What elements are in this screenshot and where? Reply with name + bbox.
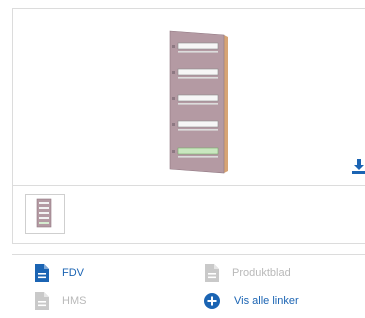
download-icon xyxy=(352,159,365,174)
image-viewer[interactable] xyxy=(12,8,365,186)
produktblad-link: Produktblad xyxy=(204,263,291,283)
thumbnail-image xyxy=(36,198,52,228)
produktblad-label: Produktblad xyxy=(232,267,291,279)
hms-label: HMS xyxy=(62,295,87,307)
thumbnail[interactable] xyxy=(25,194,65,234)
fdv-link[interactable]: FDV xyxy=(34,263,84,283)
document-icon xyxy=(34,264,50,282)
product-media-panel: FDV Produktblad HMS Vis alle linker xyxy=(0,0,365,318)
download-button[interactable] xyxy=(351,158,365,174)
hms-link: HMS xyxy=(34,291,86,311)
document-icon xyxy=(34,292,50,310)
fdv-label: FDV xyxy=(62,267,84,279)
show-all-links-label: Vis alle linker xyxy=(234,295,299,307)
show-all-links-button[interactable]: Vis alle linker xyxy=(204,291,299,311)
document-links: FDV Produktblad HMS Vis alle linker xyxy=(12,254,365,318)
document-icon xyxy=(204,264,220,282)
plus-circle-icon xyxy=(204,293,220,309)
thumbnail-strip xyxy=(12,185,365,244)
product-image xyxy=(158,27,238,177)
